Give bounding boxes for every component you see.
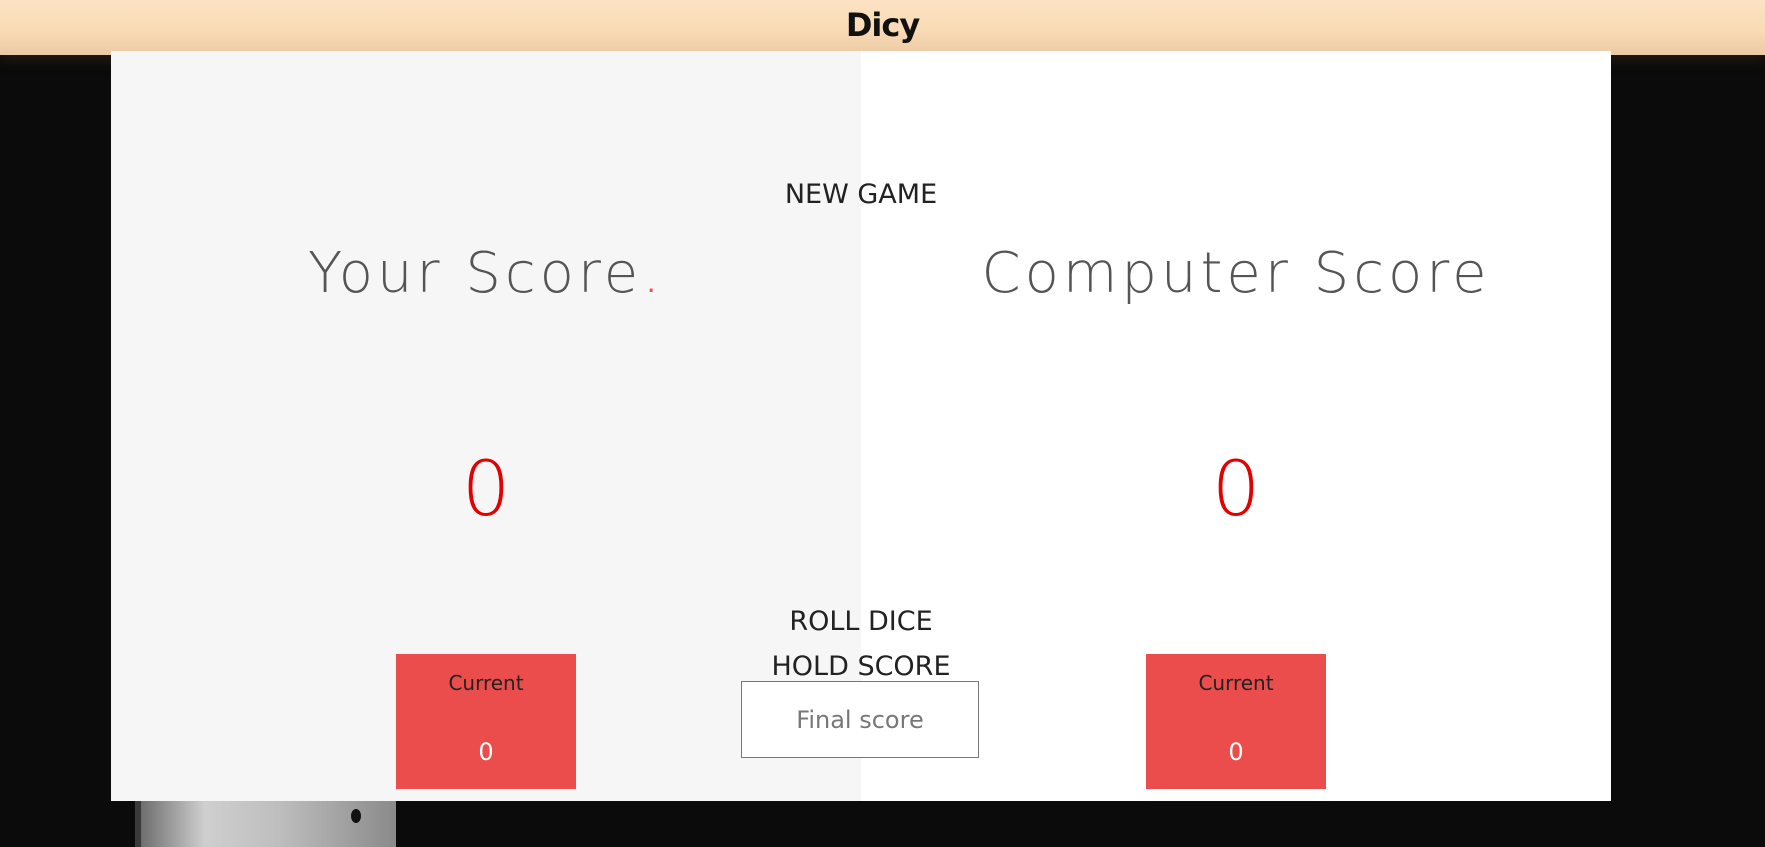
player-name-label: Your Score xyxy=(307,241,643,306)
active-player-dot: . xyxy=(642,241,664,306)
final-score-input[interactable] xyxy=(741,681,979,758)
computer-total-score: 0 xyxy=(1211,444,1261,533)
background-dice-photo xyxy=(135,801,396,847)
hold-score-button[interactable]: HOLD SCORE xyxy=(111,651,1611,682)
new-game-button[interactable]: NEW GAME xyxy=(111,179,1611,210)
computer-name: Computer Score xyxy=(861,241,1611,306)
player-total-score: 0 xyxy=(461,444,511,533)
computer-name-label: Computer Score xyxy=(981,241,1491,306)
top-bar: Dicy xyxy=(0,0,1765,55)
roll-dice-button[interactable]: ROLL DICE xyxy=(111,606,1611,637)
current-score-value: 0 xyxy=(1228,738,1244,766)
player-name: Your Score. xyxy=(111,241,861,306)
dice-pip xyxy=(351,809,361,823)
brand-logo: Dicy xyxy=(845,6,920,44)
current-score-value: 0 xyxy=(478,738,494,766)
